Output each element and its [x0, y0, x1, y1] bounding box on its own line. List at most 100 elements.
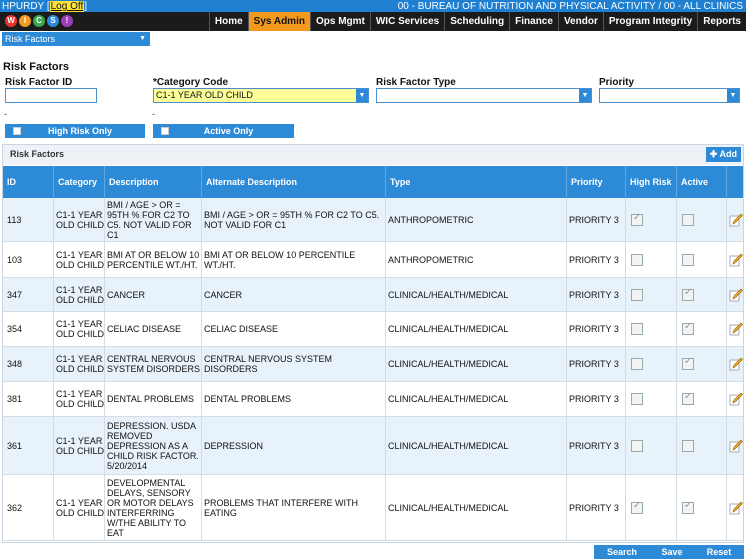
cell-priority: PRIORITY 3	[567, 347, 626, 381]
cell-high-risk-checkbox	[626, 198, 677, 241]
table-header: ID Category Description Alternate Descri…	[3, 166, 743, 198]
column-header-category[interactable]: Category	[54, 166, 105, 198]
search-button[interactable]: Search	[594, 545, 650, 559]
high-risk-checkbox	[631, 213, 643, 226]
add-label: Add	[719, 149, 738, 159]
cell-active-checkbox	[677, 382, 727, 416]
cell-active-checkbox	[677, 312, 727, 346]
nav-home[interactable]: Home	[208, 12, 248, 31]
edit-pencil-icon[interactable]	[729, 357, 743, 371]
cell-type: CLINICAL/HEALTH/MEDICAL	[386, 382, 567, 416]
table-row[interactable]: 361 C1-1 YEAR OLD CHILD DEPRESSION. USDA R…	[3, 417, 743, 475]
add-button[interactable]: ✚ Add	[705, 147, 741, 162]
edit-pencil-icon[interactable]	[729, 322, 743, 336]
active-checkbox	[682, 357, 694, 370]
nav-program-integrity[interactable]: Program Integrity	[602, 12, 697, 31]
cell-high-risk-checkbox	[626, 382, 677, 416]
nav-scheduling[interactable]: Scheduling	[444, 12, 509, 31]
column-header-alternate-description[interactable]: Alternate Description	[202, 166, 386, 198]
table-row[interactable]: 113 C1-1 YEAR OLD CHILD BMI / AGE > OR = 9…	[3, 198, 743, 242]
active-checkbox	[682, 213, 694, 226]
high-risk-checkbox	[631, 393, 643, 405]
cell-id: 347	[3, 278, 54, 311]
edit-pencil-icon[interactable]	[729, 392, 743, 406]
column-header-type[interactable]: Type	[386, 166, 567, 198]
cell-description: CENTRAL NERVOUS SYSTEM DISORDERS	[105, 347, 202, 381]
cell-priority: PRIORITY 3	[567, 417, 626, 474]
edit-pencil-icon[interactable]	[729, 288, 743, 302]
submenu-dropdown[interactable]: Risk Factors ▼	[2, 32, 150, 46]
cell-category: C1-1 YEAR OLD CHILD	[54, 347, 105, 381]
edit-pencil-icon[interactable]	[729, 253, 743, 267]
table-body: 113 C1-1 YEAR OLD CHILD BMI / AGE > OR = 9…	[3, 198, 743, 541]
cell-edit	[727, 198, 743, 241]
cell-edit	[727, 242, 743, 277]
nav-ops-mgmt[interactable]: Ops Mgmt	[309, 12, 370, 31]
priority-label: Priority	[599, 77, 635, 88]
cell-edit	[727, 382, 743, 416]
active-only-toggle[interactable]: Active Only	[153, 124, 294, 138]
logo-letter: I	[19, 15, 31, 27]
save-button[interactable]: Save	[650, 545, 694, 559]
nav-reports[interactable]: Reports	[697, 12, 746, 31]
plus-icon: ✚	[709, 149, 718, 159]
panel-header: Risk Factors ✚ Add	[3, 145, 743, 165]
category-code-select[interactable]: C1-1 YEAR OLD CHILD ▼	[153, 88, 369, 103]
cell-alternate-description: CENTRAL NERVOUS SYSTEM DISORDERS	[202, 347, 386, 381]
priority-select[interactable]: ▼	[599, 88, 740, 103]
cell-type: CLINICAL/HEALTH/MEDICAL	[386, 417, 567, 474]
column-header-priority[interactable]: Priority	[567, 166, 626, 198]
edit-pencil-icon[interactable]	[729, 439, 743, 453]
cell-id: 103	[3, 242, 54, 277]
column-header-high-risk[interactable]: High Risk	[626, 166, 677, 198]
cell-id: 361	[3, 417, 54, 474]
cell-priority: PRIORITY 3	[567, 278, 626, 311]
risk-factor-id-input[interactable]	[5, 88, 97, 103]
cell-edit	[727, 312, 743, 346]
nav-wic-services[interactable]: WIC Services	[369, 12, 444, 31]
active-only-label: Active Only	[203, 126, 254, 136]
cell-active-checkbox	[677, 417, 727, 474]
column-header-id[interactable]: ID	[3, 166, 54, 198]
nav-finance[interactable]: Finance	[509, 12, 558, 31]
high-risk-only-toggle[interactable]: High Risk Only	[5, 124, 145, 138]
cell-id: 362	[3, 475, 54, 540]
cell-id: 113	[3, 198, 54, 241]
cell-alternate-description: BMI AT OR BELOW 10 PERCENTILE WT./HT.	[202, 242, 386, 277]
column-header-description[interactable]: Description	[105, 166, 202, 198]
high-risk-checkbox	[631, 253, 643, 266]
cell-description: DEVELOPMENTAL DELAYS, SENSORY OR MOTOR D…	[105, 475, 202, 540]
cell-description: CELIAC DISEASE	[105, 312, 202, 346]
cell-id: 354	[3, 312, 54, 346]
cell-type: CLINICAL/HEALTH/MEDICAL	[386, 278, 567, 311]
high-risk-checkbox	[631, 288, 643, 301]
table-row[interactable]: 362 C1-1 YEAR OLD CHILD DEVELOPMENTAL DELA…	[3, 475, 743, 541]
checkbox-icon	[161, 127, 169, 135]
nav-vendor[interactable]: Vendor	[557, 12, 603, 31]
edit-pencil-icon[interactable]	[729, 501, 743, 515]
active-checkbox	[682, 288, 694, 301]
risk-factor-type-select[interactable]: ▼	[376, 88, 592, 103]
table-row[interactable]: 381 C1-1 YEAR OLD CHILD DENTAL PROBLEMS DEN…	[3, 382, 743, 417]
reset-button[interactable]: Reset	[694, 545, 744, 559]
chevron-down-icon: ▼	[579, 89, 591, 102]
wic-logo: W I C S !	[3, 11, 75, 30]
cell-high-risk-checkbox	[626, 475, 677, 540]
category-code-label: *Category Code	[153, 77, 229, 88]
cell-active-checkbox	[677, 347, 727, 381]
cell-description: DEPRESSION. USDA REMOVED DEPRESSION AS A…	[105, 417, 202, 474]
table-row[interactable]: 347 C1-1 YEAR OLD CHILD CANCER CANCER CLINIC…	[3, 278, 743, 312]
cell-category: C1-1 YEAR OLD CHILD	[54, 382, 105, 416]
column-header-active[interactable]: Active	[677, 166, 727, 198]
logo-letter: S	[47, 15, 59, 27]
cell-priority: PRIORITY 3	[567, 382, 626, 416]
cell-alternate-description: BMI / AGE > OR = 95TH % FOR C2 TO C5. NO…	[202, 198, 386, 241]
nav-sys-admin[interactable]: Sys Admin	[247, 12, 310, 31]
table-row[interactable]: 348 C1-1 YEAR OLD CHILD CENTRAL NERVOUS SY…	[3, 347, 743, 382]
table-row[interactable]: 103 C1-1 YEAR OLD CHILD BMI AT OR BELOW 10…	[3, 242, 743, 278]
cell-type: CLINICAL/HEALTH/MEDICAL	[386, 347, 567, 381]
table-row[interactable]: 354 C1-1 YEAR OLD CHILD CELIAC DISEASE CELI…	[3, 312, 743, 347]
cell-edit	[727, 278, 743, 311]
cell-alternate-description: CELIAC DISEASE	[202, 312, 386, 346]
edit-pencil-icon[interactable]	[729, 213, 743, 227]
